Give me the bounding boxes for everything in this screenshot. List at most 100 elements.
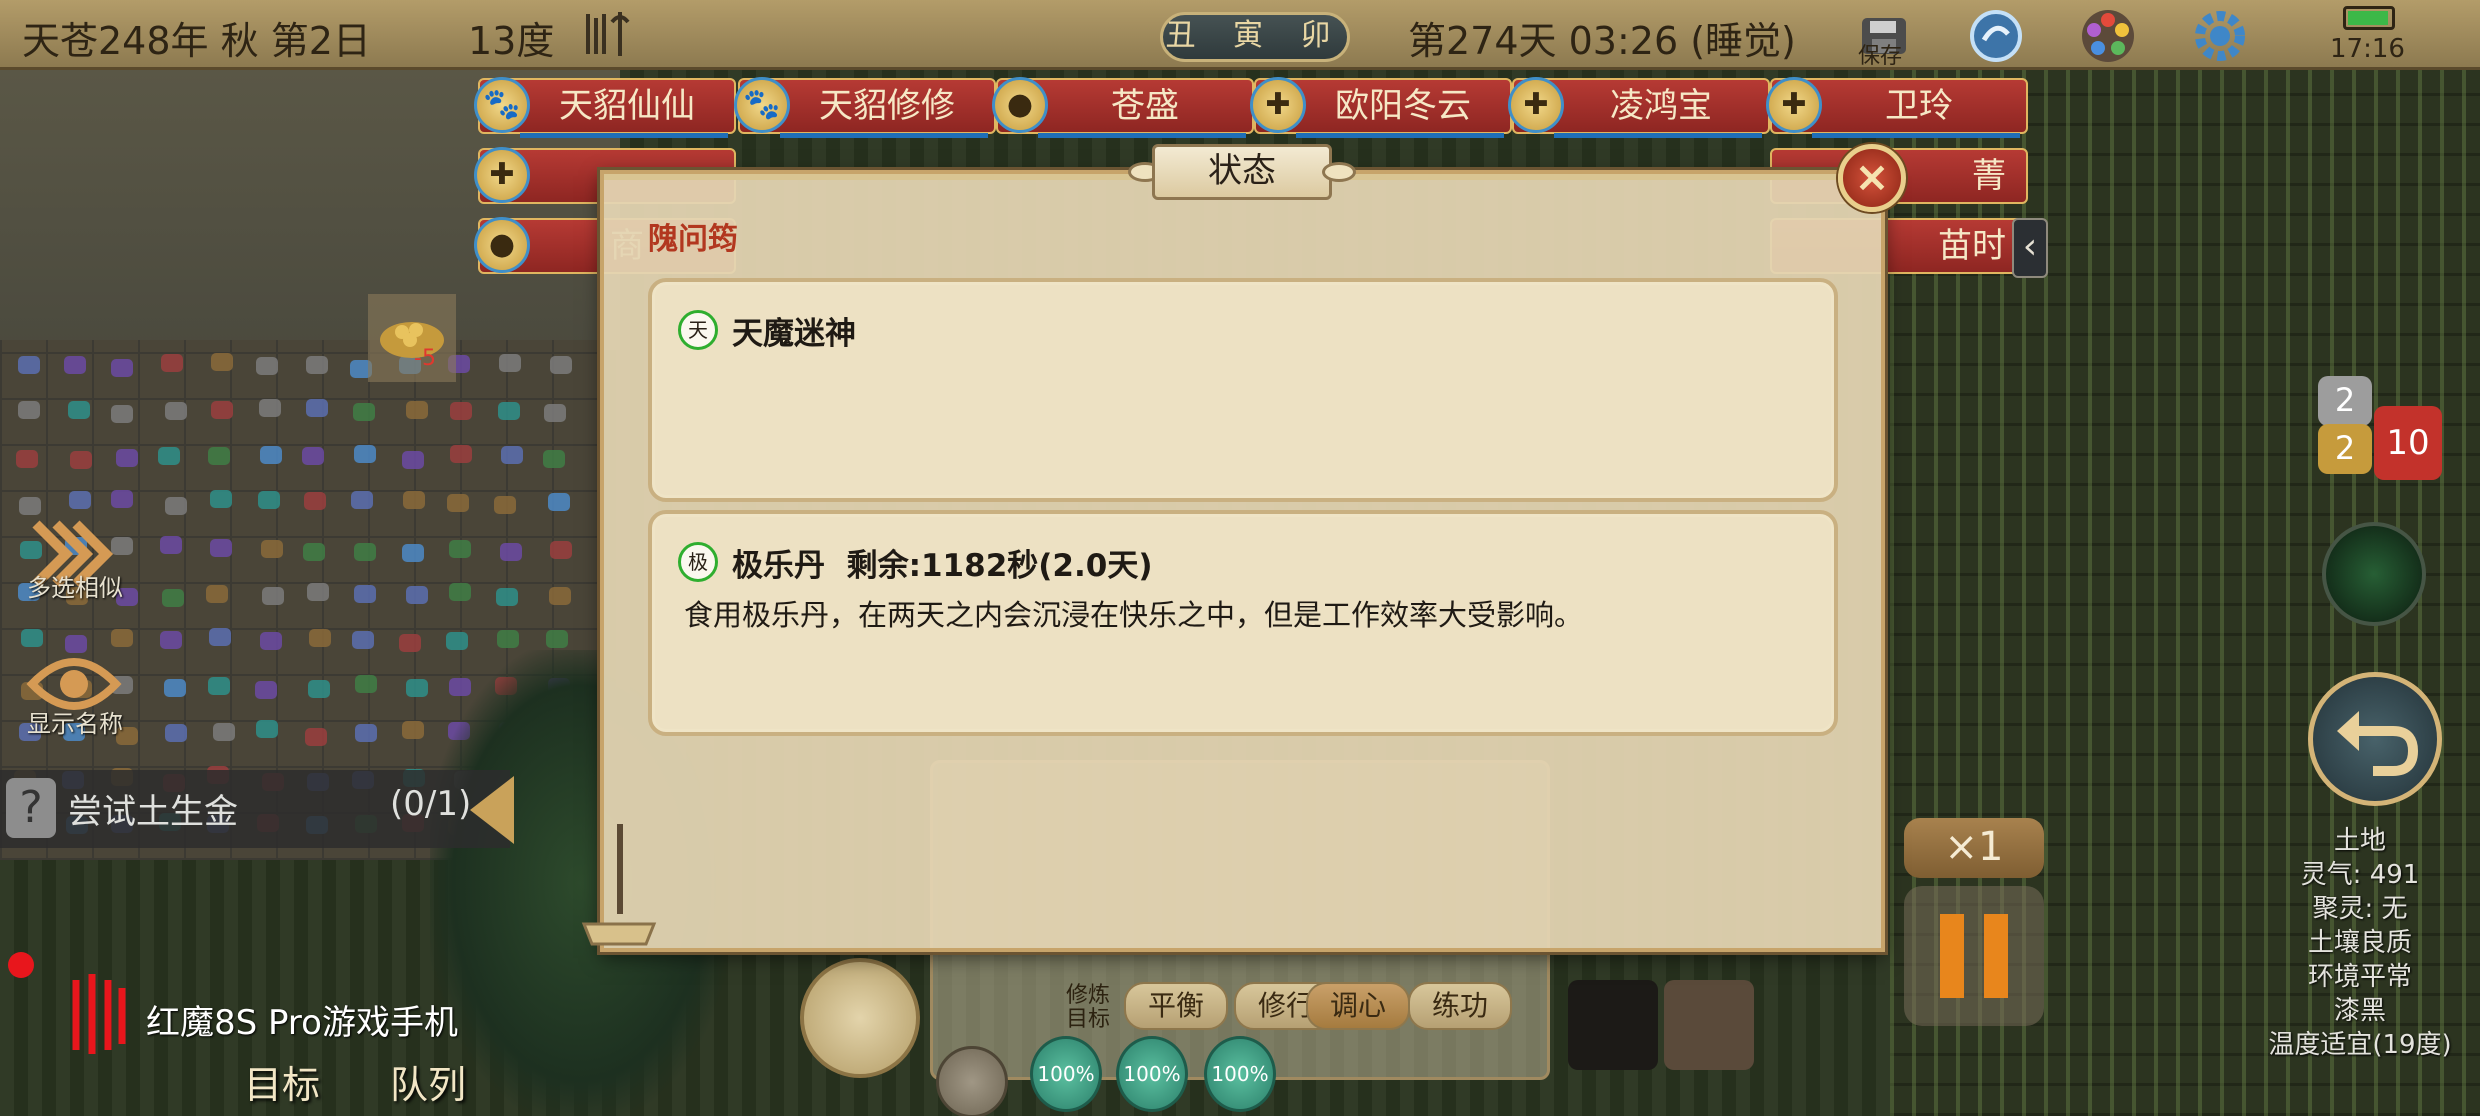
stored-item[interactable] [213,722,236,741]
character-tab[interactable]: ● 苍盛 [992,77,1254,138]
stored-item[interactable] [158,446,181,465]
goal-train-button[interactable]: 练功 [1408,982,1512,1030]
stored-item[interactable] [354,675,377,694]
map-icon[interactable] [1964,4,2028,68]
stored-item[interactable] [208,676,231,695]
stored-item[interactable] [207,447,230,466]
stored-item[interactable] [500,543,523,562]
stored-item[interactable] [501,446,524,465]
character-tab[interactable]: ✚ 卫玲 [1766,77,2028,138]
stored-item[interactable] [401,450,424,469]
stored-item[interactable] [401,721,424,740]
stored-item[interactable] [351,491,374,510]
stored-item[interactable] [304,727,327,746]
stored-item[interactable] [353,543,376,562]
stored-item[interactable] [545,629,568,648]
stored-item[interactable] [351,631,374,650]
stored-item[interactable] [261,587,284,606]
stored-item[interactable] [110,405,133,424]
action-slot[interactable] [1664,980,1754,1070]
stored-item[interactable] [399,633,422,652]
stored-item[interactable] [259,446,282,465]
quest-collapse-arrow-icon[interactable] [470,776,514,844]
stored-item[interactable] [547,492,570,511]
zodiac-dial[interactable]: 丑 寅 卯 [1160,12,1350,62]
stored-item[interactable] [160,631,182,650]
stored-item[interactable] [495,587,518,606]
stored-item[interactable] [161,354,184,373]
stored-item[interactable] [208,628,231,647]
close-button[interactable]: × [1838,144,1906,212]
stored-item[interactable] [353,403,376,422]
stored-item[interactable] [354,724,377,743]
stored-item[interactable] [163,678,186,697]
stored-item[interactable] [499,354,522,373]
stored-item[interactable] [63,355,86,374]
back-arrow-icon[interactable] [2308,672,2442,806]
stored-item[interactable] [206,584,229,603]
stored-item[interactable] [402,490,425,509]
spirit-swirl-icon[interactable] [2322,522,2426,626]
stored-item[interactable] [69,451,92,470]
stored-item[interactable] [353,444,376,463]
stored-item[interactable] [210,401,233,420]
stored-item[interactable] [549,586,572,605]
stored-item[interactable] [255,357,278,376]
stored-item[interactable] [259,631,282,650]
food-basket-icon[interactable] [364,290,460,386]
character-tab[interactable]: 🐾 天貂仙仙 [474,77,736,138]
meditation-icon[interactable] [800,958,920,1078]
stored-item[interactable] [497,401,520,420]
stored-item[interactable] [161,589,184,608]
color-wheel-icon[interactable] [2076,4,2140,68]
stored-item[interactable] [401,543,424,562]
settings-gear-icon[interactable] [936,1046,1008,1116]
stored-item[interactable] [17,356,40,375]
stored-item[interactable] [16,450,39,469]
message-badge[interactable]: 2 [2318,424,2372,474]
stored-item[interactable] [405,586,428,605]
stored-item[interactable] [405,400,428,419]
stored-item[interactable] [307,583,330,602]
stored-item[interactable] [68,400,91,419]
stored-item[interactable] [543,403,566,422]
stored-item[interactable] [549,541,572,560]
stored-item[interactable] [308,679,331,698]
stored-item[interactable] [449,401,472,420]
stored-item[interactable] [543,449,566,468]
stored-item[interactable] [309,628,332,647]
stored-item[interactable] [302,446,325,465]
game-speed-button[interactable]: ×1 [1904,818,2044,878]
stored-item[interactable] [165,401,188,420]
alert-badge[interactable]: 10 [2374,406,2442,480]
stored-item[interactable] [209,490,232,509]
team-button[interactable]: 队列 [390,1054,466,1109]
collapse-tabs-button[interactable]: ‹ [2012,218,2048,278]
goal-balance-button[interactable]: 平衡 [1124,982,1228,1030]
stored-item[interactable] [496,629,519,648]
stored-item[interactable] [18,400,41,419]
stored-item[interactable] [449,445,472,463]
message-badge[interactable]: 2 [2318,376,2372,426]
stored-item[interactable] [110,359,133,378]
stored-item[interactable] [160,536,183,555]
stored-item[interactable] [449,539,472,558]
stored-item[interactable] [164,496,187,515]
stored-item[interactable] [494,496,517,515]
stored-item[interactable] [257,490,280,509]
stored-item[interactable] [259,399,282,418]
stored-item[interactable] [211,352,234,371]
stored-item[interactable] [164,723,187,742]
stored-item[interactable] [255,720,278,739]
character-tab[interactable]: ✚ 凌鸿宝 [1508,77,1770,138]
action-slot[interactable] [1568,980,1658,1070]
character-tab[interactable]: ✚ 欧阳冬云 [1250,77,1512,138]
stored-item[interactable] [115,449,138,468]
pause-button[interactable] [1904,886,2044,1026]
character-tab[interactable]: 🐾 天貂修修 [734,77,996,138]
gear-icon[interactable] [2188,4,2252,68]
weather-icon[interactable] [582,8,640,60]
stored-item[interactable] [306,355,329,374]
stored-item[interactable] [405,678,428,697]
stored-item[interactable] [209,539,232,558]
